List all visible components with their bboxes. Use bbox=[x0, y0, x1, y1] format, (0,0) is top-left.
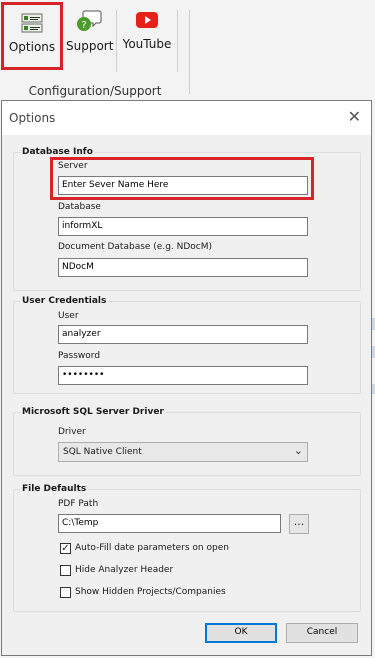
svg-text:?: ? bbox=[81, 20, 86, 31]
password-input[interactable]: •••••••• bbox=[58, 366, 308, 385]
dialog-titlebar: Options ✕ bbox=[2, 101, 371, 135]
file-defaults-legend: File Defaults bbox=[22, 484, 87, 494]
driver-select[interactable]: SQL Native Client ⌄ bbox=[58, 442, 308, 462]
driver-value: SQL Native Client bbox=[63, 447, 142, 457]
youtube-label: YouTube bbox=[122, 37, 172, 51]
document-database-label: Document Database (e.g. NDocM) bbox=[58, 242, 213, 252]
user-input[interactable]: analyzer bbox=[58, 325, 308, 344]
driver-label: Driver bbox=[58, 427, 86, 437]
user-credentials-legend: User Credentials bbox=[22, 296, 107, 306]
ribbon-divider bbox=[116, 10, 117, 72]
support-label: Support bbox=[66, 39, 114, 53]
browse-button[interactable]: ... bbox=[289, 514, 309, 534]
support-button[interactable]: ? Support bbox=[66, 2, 114, 68]
dialog-title: Options bbox=[9, 111, 56, 125]
show-hidden-checkbox[interactable] bbox=[60, 587, 71, 598]
database-info-legend: Database Info bbox=[22, 147, 93, 157]
ribbon-divider bbox=[177, 10, 178, 72]
user-label: User bbox=[58, 311, 79, 321]
pdf-path-label: PDF Path bbox=[58, 499, 99, 509]
options-button[interactable]: Options bbox=[1, 2, 63, 70]
ok-button[interactable]: OK bbox=[205, 623, 277, 643]
sql-driver-legend: Microsoft SQL Server Driver bbox=[22, 407, 164, 417]
hide-header-checkbox[interactable] bbox=[60, 565, 71, 576]
cancel-button[interactable]: Cancel bbox=[286, 623, 358, 643]
hide-header-label: Hide Analyzer Header bbox=[75, 565, 174, 575]
ribbon-group-label: Configuration/Support bbox=[28, 84, 162, 98]
server-highlight bbox=[50, 157, 314, 200]
ribbon-group-divider bbox=[189, 10, 190, 94]
database-label: Database bbox=[58, 202, 101, 212]
ribbon: Options ? Support YouTube Configuration/… bbox=[0, 0, 375, 100]
youtube-button[interactable]: YouTube bbox=[120, 2, 174, 68]
database-input[interactable]: informXL bbox=[58, 217, 308, 236]
show-hidden-label: Show Hidden Projects/Companies bbox=[75, 587, 226, 597]
options-dialog: Options ✕ Database Info Server Enter Sev… bbox=[1, 100, 372, 656]
chevron-down-icon: ⌄ bbox=[293, 444, 303, 457]
pdf-path-input[interactable]: C:\Temp bbox=[58, 514, 281, 533]
options-list-icon bbox=[21, 13, 43, 33]
autofill-label: Auto-Fill date parameters on open bbox=[75, 543, 229, 553]
checkmark-icon: ✓ bbox=[61, 543, 70, 554]
support-chat-icon: ? bbox=[77, 10, 102, 31]
youtube-play-icon bbox=[136, 12, 158, 28]
close-icon[interactable]: ✕ bbox=[348, 107, 361, 126]
autofill-checkbox[interactable]: ✓ bbox=[60, 543, 71, 554]
options-label: Options bbox=[8, 40, 56, 54]
password-label: Password bbox=[58, 351, 101, 361]
document-database-input[interactable]: NDocM bbox=[58, 258, 308, 277]
